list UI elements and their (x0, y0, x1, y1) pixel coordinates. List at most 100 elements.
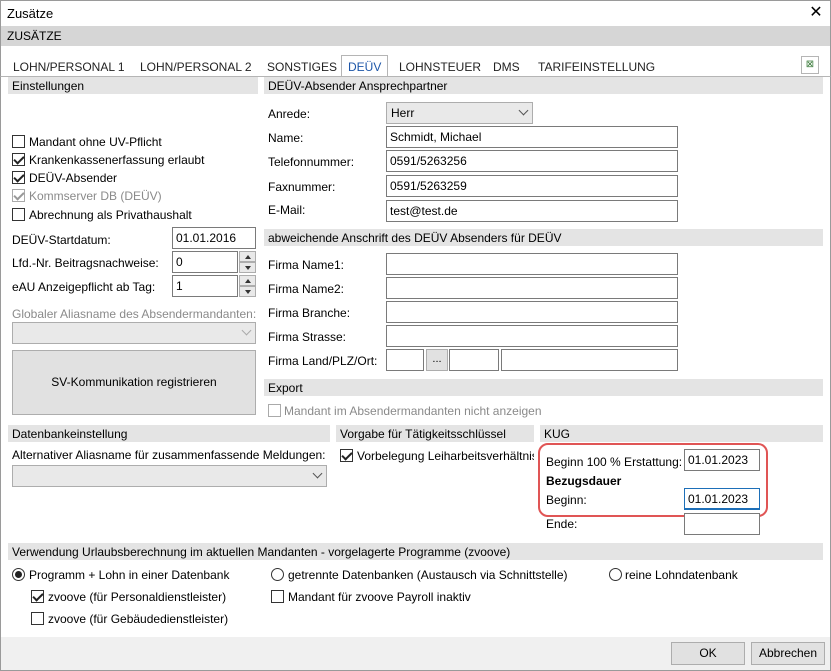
kug-ende-label: Ende: (546, 517, 578, 531)
email-label: E-Mail: (268, 203, 306, 217)
tab-deuev[interactable]: DEÜV (341, 55, 389, 77)
telefon-input[interactable]: 0591/5263256 (386, 150, 678, 172)
beginn100-input[interactable]: 01.01.2023 (684, 449, 760, 471)
bezugsdauer-label: Bezugsdauer (546, 474, 622, 488)
privathaushalt-checkbox[interactable] (12, 208, 25, 221)
deuev-absender-label: DEÜV-Absender (29, 171, 118, 185)
beginn100-label: Beginn 100 % Erstattung: (546, 455, 683, 469)
global-alias-label: Globaler Aliasname des Absendermandanten… (12, 307, 257, 321)
kug-header: KUG (540, 425, 823, 442)
radio-getrennte-db[interactable] (271, 568, 284, 581)
land-browse-button[interactable]: ... (426, 349, 448, 371)
fax-input[interactable]: 0591/5263259 (386, 175, 678, 197)
global-alias-combo (12, 322, 256, 344)
firma-name2-input[interactable] (386, 277, 678, 299)
cancel-button[interactable]: Abbrechen (751, 642, 825, 665)
window-title: Zusätze (7, 6, 54, 21)
email-input[interactable]: test@test.de (386, 200, 678, 222)
chevron-down-icon (312, 468, 323, 479)
tab-lohnsteuer[interactable]: LOHNSTEUER (399, 60, 481, 74)
zvoove-gebaeude-checkbox[interactable] (31, 612, 44, 625)
dialog-subheader: ZUSÄTZE (0, 26, 831, 46)
firma-strasse-label: Firma Strasse: (268, 330, 347, 344)
eau-input[interactable]: 1 (172, 275, 238, 297)
datenbank-header: Datenbankeinstellung (8, 425, 330, 442)
radio-getrennte-db-label: getrennte Datenbanken (Austausch via Sch… (288, 568, 568, 582)
tab-dms[interactable]: DMS (493, 60, 520, 74)
tab-lohn-personal-1[interactable]: LOHN/PERSONAL 1 (13, 60, 125, 74)
krankenkassenerfassung-label: Krankenkassenerfassung erlaubt (29, 153, 205, 167)
firma-strasse-input[interactable] (386, 325, 678, 347)
excel-export-icon[interactable]: ⊠ (801, 56, 819, 74)
export-header: Export (264, 379, 823, 396)
firma-name1-label: Firma Name1: (268, 258, 345, 272)
startdatum-label: DEÜV-Startdatum: (12, 233, 111, 247)
tab-bar: LOHN/PERSONAL 1 LOHN/PERSONAL 2 SONSTIGE… (0, 46, 831, 77)
tab-tarifeinstellung[interactable]: TARIFEINSTELLUNG (538, 60, 655, 74)
kommserver-label: Kommserver DB (DEÜV) (29, 189, 162, 203)
firma-name2-label: Firma Name2: (268, 282, 345, 296)
anrede-label: Anrede: (268, 107, 311, 121)
leiharbeit-label: Vorbelegung Leiharbeitsverhältnis (357, 449, 534, 463)
kug-ende-input[interactable] (684, 513, 760, 535)
datenbank-alias-label: Alternativer Aliasname für zusammenfasse… (12, 448, 326, 462)
kug-beginn-input[interactable]: 01.01.2023 (684, 488, 760, 510)
tab-lohn-personal-2[interactable]: LOHN/PERSONAL 2 (140, 60, 252, 74)
telefon-label: Telefonnummer: (268, 155, 355, 169)
deuev-absender-checkbox[interactable] (12, 171, 25, 184)
leiharbeit-checkbox[interactable] (340, 449, 353, 462)
krankenkassenerfassung-checkbox[interactable] (12, 153, 25, 166)
chevron-down-icon (241, 325, 252, 336)
datenbank-alias-combo[interactable] (12, 465, 327, 487)
privathaushalt-label: Abrechnung als Privathaushalt (29, 208, 192, 222)
spin-up-icon[interactable] (239, 251, 256, 262)
startdatum-input[interactable]: 01.01.2016 (172, 227, 256, 249)
firma-plz-input[interactable] (449, 349, 499, 371)
chevron-down-icon (518, 105, 529, 116)
export-checkbox-label: Mandant im Absendermandanten nicht anzei… (284, 404, 542, 418)
zvoove-payroll-checkbox[interactable] (271, 590, 284, 603)
radio-reine-lohn[interactable] (609, 568, 622, 581)
subheader-text: ZUSÄTZE (7, 29, 62, 43)
eau-spinner[interactable] (239, 275, 256, 297)
lfdnr-label: Lfd.-Nr. Beitragsnachweise: (12, 256, 159, 270)
ok-button[interactable]: OK (671, 642, 745, 665)
firma-ort-input[interactable] (501, 349, 678, 371)
spin-up-icon[interactable] (239, 275, 256, 286)
absender-header: DEÜV-Absender Ansprechpartner (264, 77, 823, 94)
anrede-select[interactable]: Herr (386, 102, 533, 124)
sv-kommunikation-button[interactable]: SV-Kommunikation registrieren (12, 350, 256, 415)
firma-ort-label: Firma Land/PLZ/Ort: (268, 354, 378, 368)
zvoove-payroll-label: Mandant für zvoove Payroll inaktiv (288, 590, 471, 604)
firma-land-input[interactable] (386, 349, 424, 371)
zvoove-gebaeude-label: zvoove (für Gebäudedienstleister) (48, 612, 229, 626)
firma-branche-label: Firma Branche: (268, 306, 351, 320)
radio-programm-lohn-label: Programm + Lohn in einer Datenbank (29, 568, 230, 582)
einstellungen-header: Einstellungen (8, 77, 258, 94)
kug-beginn-label: Beginn: (546, 493, 587, 507)
close-icon[interactable]: ✕ (804, 2, 828, 24)
firma-branche-input[interactable] (386, 301, 678, 323)
tab-sonstiges[interactable]: SONSTIGES (267, 60, 337, 74)
name-label: Name: (268, 131, 304, 145)
spin-down-icon[interactable] (239, 286, 256, 297)
eau-label: eAU Anzeigepflicht ab Tag: (12, 280, 156, 294)
radio-programm-lohn[interactable] (12, 568, 25, 581)
urlaub-header: Verwendung Urlaubsberechnung im aktuelle… (8, 543, 823, 560)
name-input[interactable]: Schmidt, Michael (386, 126, 678, 148)
mandant-ohne-uv-checkbox[interactable] (12, 135, 25, 148)
vorgabe-header: Vorgabe für Tätigkeitsschlüssel (336, 425, 534, 442)
anschrift-header: abweichende Anschrift des DEÜV Absenders… (264, 229, 823, 246)
kommserver-checkbox (12, 189, 25, 202)
title-bar: Zusätze ✕ (0, 0, 831, 26)
lfdnr-spinner[interactable] (239, 251, 256, 273)
lfdnr-input[interactable]: 0 (172, 251, 238, 273)
export-checkbox (268, 404, 281, 417)
zvoove-personal-label: zvoove (für Personaldienstleister) (48, 590, 227, 604)
radio-reine-lohn-label: reine Lohndatenbank (625, 568, 738, 582)
spin-down-icon[interactable] (239, 262, 256, 273)
zvoove-personal-checkbox[interactable] (31, 590, 44, 603)
firma-name1-input[interactable] (386, 253, 678, 275)
fax-label: Faxnummer: (268, 180, 336, 194)
mandant-ohne-uv-label: Mandant ohne UV-Pflicht (29, 135, 162, 149)
